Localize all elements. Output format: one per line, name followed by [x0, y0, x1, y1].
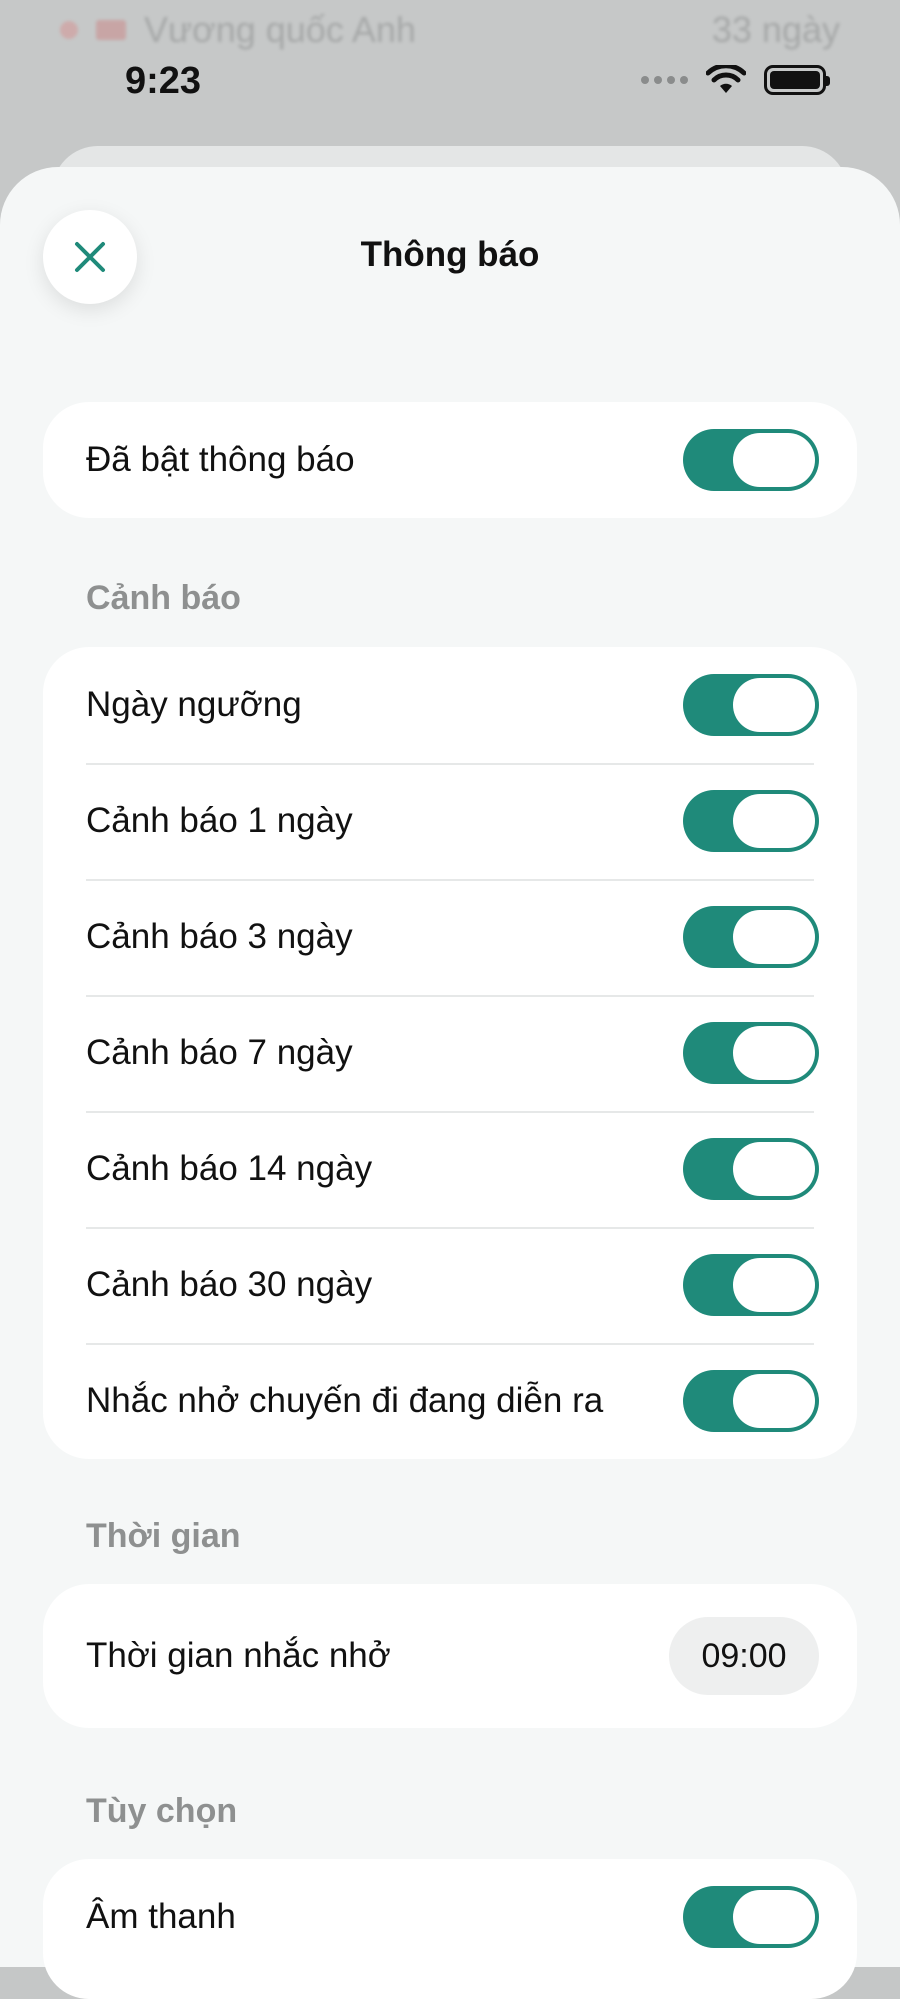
sound-toggle[interactable] — [683, 1886, 819, 1948]
alert-label: Cảnh báo 30 ngày — [86, 1265, 373, 1304]
alert-label: Ngày ngưỡng — [86, 685, 302, 724]
alert-row-3-day: Cảnh báo 3 ngày — [43, 879, 857, 995]
options-section-title: Tùy chọn — [86, 1792, 238, 1830]
alert-toggle-30-day[interactable] — [683, 1254, 819, 1316]
alert-label: Cảnh báo 7 ngày — [86, 1033, 353, 1072]
time-card: Thời gian nhắc nhở 09:00 — [43, 1584, 857, 1728]
notifications-sheet: Thông báo Đã bật thông báo Cảnh báo Ngày… — [0, 167, 900, 1999]
background-row-days: 33 ngày — [711, 9, 840, 50]
flag-icon — [96, 20, 126, 40]
sound-label: Âm thanh — [86, 1897, 236, 1936]
background-list-row: Vương quốc Anh 33 ngày — [60, 8, 840, 52]
alert-toggle-threshold[interactable] — [683, 674, 819, 736]
alert-toggle-7-day[interactable] — [683, 1022, 819, 1084]
master-notifications-row: Đã bật thông báo — [43, 402, 857, 518]
alerts-card: Ngày ngưỡng Cảnh báo 1 ngày Cảnh báo 3 n… — [43, 647, 857, 1459]
alert-toggle-3-day[interactable] — [683, 906, 819, 968]
master-notifications-label: Đã bật thông báo — [86, 440, 355, 479]
alert-toggle-1-day[interactable] — [683, 790, 819, 852]
master-toggle-card: Đã bật thông báo — [43, 402, 857, 518]
status-bar: 9:23 — [0, 55, 900, 115]
status-time: 9:23 — [125, 60, 202, 102]
alert-toggle-ongoing-trip[interactable] — [683, 1370, 819, 1432]
master-notifications-toggle[interactable] — [683, 429, 819, 491]
sheet-title: Thông báo — [360, 235, 540, 274]
reminder-time-picker[interactable]: 09:00 — [669, 1617, 819, 1695]
alerts-section-title: Cảnh báo — [86, 579, 241, 617]
cellular-signal-icon — [641, 76, 688, 84]
alert-label: Cảnh báo 1 ngày — [86, 801, 353, 840]
alert-row-1-day: Cảnh báo 1 ngày — [43, 763, 857, 879]
status-dot-icon — [60, 21, 78, 39]
time-section-title: Thời gian — [86, 1517, 241, 1555]
alert-label: Cảnh báo 14 ngày — [86, 1149, 373, 1188]
sound-row: Âm thanh — [43, 1859, 857, 1975]
reminder-time-label: Thời gian nhắc nhở — [86, 1636, 391, 1675]
status-indicators — [641, 65, 830, 95]
wifi-icon — [706, 65, 746, 93]
alert-toggle-14-day[interactable] — [683, 1138, 819, 1200]
options-card: Âm thanh — [43, 1859, 857, 1999]
alert-row-threshold: Ngày ngưỡng — [43, 647, 857, 763]
alert-row-14-day: Cảnh báo 14 ngày — [43, 1111, 857, 1227]
alert-row-30-day: Cảnh báo 30 ngày — [43, 1227, 857, 1343]
background-row-text: Vương quốc Anh — [144, 9, 416, 50]
battery-icon — [764, 65, 830, 95]
alert-row-7-day: Cảnh báo 7 ngày — [43, 995, 857, 1111]
alert-label: Cảnh báo 3 ngày — [86, 917, 353, 956]
alert-row-ongoing-trip: Nhắc nhở chuyến đi đang diễn ra — [43, 1343, 857, 1459]
reminder-time-row: Thời gian nhắc nhở 09:00 — [43, 1584, 857, 1728]
alert-label: Nhắc nhở chuyến đi đang diễn ra — [86, 1381, 604, 1420]
